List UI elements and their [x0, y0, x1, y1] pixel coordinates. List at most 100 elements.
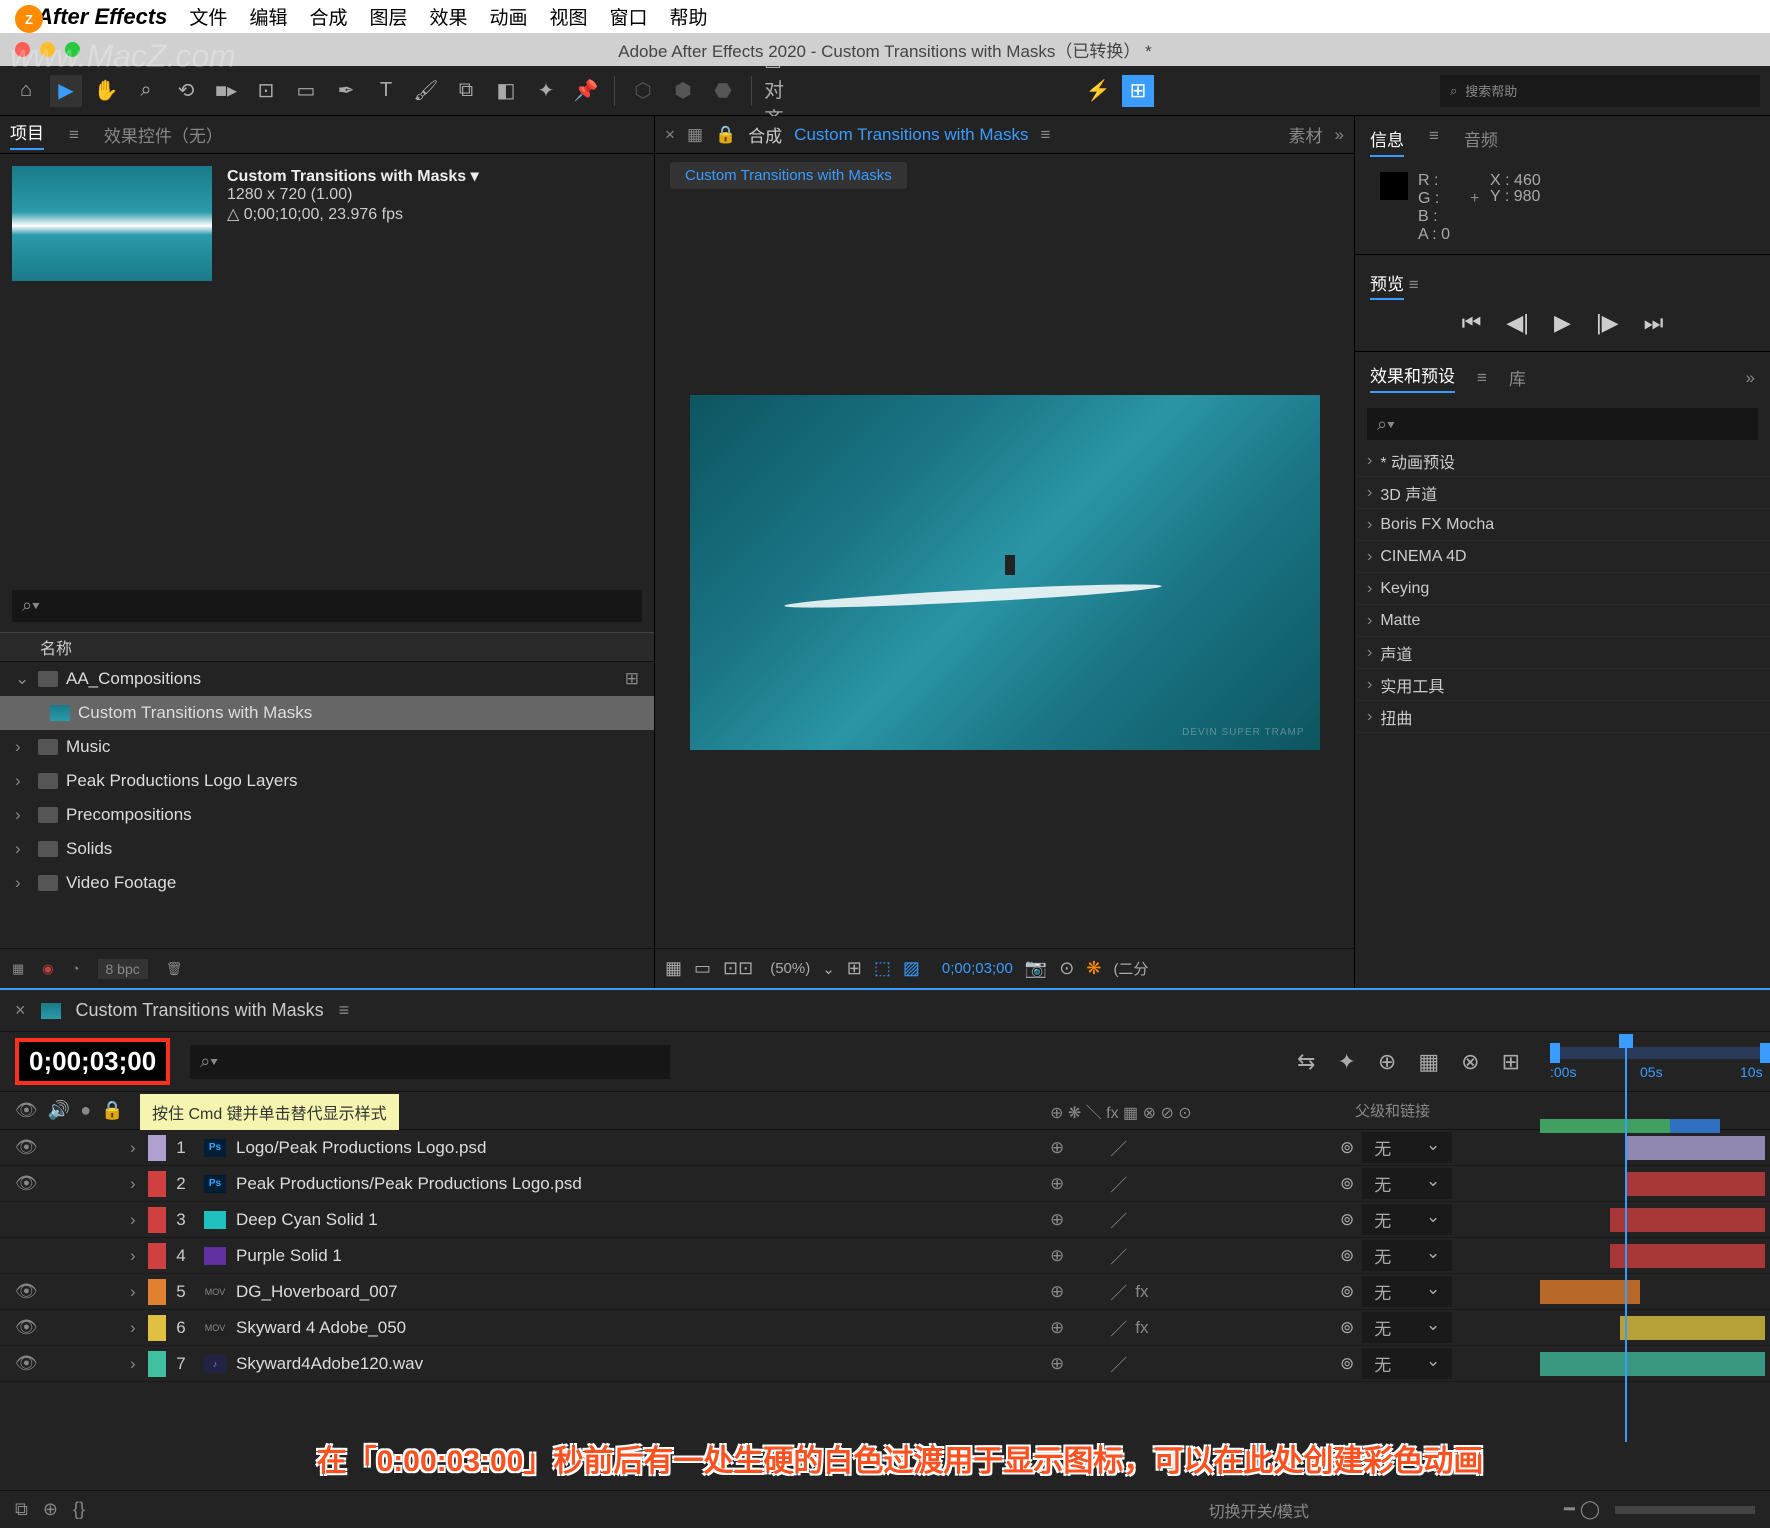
col-switches[interactable]: ⊕ ❋ ＼ fx ▦ ⊗ ⊘ ⊙ [1050, 1099, 1340, 1123]
tab-library[interactable]: 库 [1509, 365, 1526, 390]
shy-icon[interactable]: ⊕ [1378, 1049, 1396, 1075]
frame-blend-icon[interactable]: ▦ [1418, 1049, 1439, 1075]
app-name[interactable]: After Effects [37, 4, 167, 30]
zoom-out-icon[interactable]: ━ ◯ [1564, 1499, 1600, 1520]
menu-file[interactable]: 文件 [189, 3, 227, 30]
eye-icon[interactable]: 👁 [15, 1281, 38, 1302]
expand-layer-icon[interactable]: › [130, 1210, 148, 1230]
tab-info[interactable]: 信息 [1370, 126, 1404, 157]
expand-layer-icon[interactable]: › [130, 1282, 148, 1302]
effect-category[interactable]: ›* 动画预设 [1355, 445, 1770, 477]
close-window[interactable] [15, 42, 30, 57]
layer-name[interactable]: Logo/Peak Productions Logo.psd [236, 1138, 1050, 1158]
snap-icon[interactable]: ☐ 对齐 [764, 75, 796, 107]
puppet-tool[interactable]: 📌 [570, 75, 602, 107]
expand-layer-icon[interactable]: › [130, 1354, 148, 1374]
brush-tool[interactable]: 🖌 [410, 75, 442, 107]
bpc-button[interactable]: 8 bpc [98, 959, 148, 979]
first-frame-icon[interactable]: ⏮ [1462, 310, 1482, 336]
magic-icon[interactable]: ⚡ [1082, 75, 1114, 107]
expand-layer-icon[interactable]: › [130, 1246, 148, 1266]
parent-dropdown[interactable]: 无⌄ [1362, 1312, 1452, 1343]
footer-icon[interactable]: {} [73, 1499, 85, 1520]
col-parent[interactable]: 父级和链接 [1340, 1100, 1540, 1121]
trash-icon[interactable]: 🗑 [166, 961, 183, 977]
layer-switches[interactable]: ⊕／ [1050, 1171, 1340, 1196]
effect-category[interactable]: ›Keying [1355, 573, 1770, 605]
expand-icon[interactable]: » [1746, 368, 1755, 388]
eye-icon[interactable]: 👁 [15, 1317, 38, 1338]
hand-tool[interactable]: ✋ [90, 75, 122, 107]
pickwhip-icon[interactable]: ⊚ [1340, 1174, 1354, 1194]
folder-aa-compositions[interactable]: ⌄AA_Compositions⊞ [0, 662, 654, 696]
layer-name[interactable]: Peak Productions/Peak Productions Logo.p… [236, 1174, 1050, 1194]
layer-switches[interactable]: ⊕／fx [1050, 1279, 1340, 1304]
clone-tool[interactable]: ⧉ [450, 75, 482, 107]
comp-tab[interactable]: Custom Transitions with Masks [670, 162, 907, 189]
axis-view-icon[interactable]: ⬣ [707, 75, 739, 107]
layer-track[interactable] [1540, 1310, 1770, 1345]
flowchart-icon[interactable]: ⊞ [625, 669, 639, 689]
menu-window[interactable]: 窗口 [610, 3, 648, 30]
menu-view[interactable]: 视图 [550, 3, 588, 30]
layer-switches[interactable]: ⊕／ [1050, 1243, 1340, 1268]
layer-row[interactable]: ›3Deep Cyan Solid 1⊕／⊚无⌄ [0, 1202, 1770, 1238]
layer-switches[interactable]: ⊕／fx [1050, 1315, 1340, 1340]
layer-color[interactable] [148, 1171, 166, 1197]
eye-col-icon[interactable]: 👁 [15, 1100, 38, 1121]
effect-category[interactable]: ›声道 [1355, 637, 1770, 669]
menu-animation[interactable]: 动画 [490, 3, 528, 30]
time-ruler[interactable]: :00s 05s 10s [1550, 1042, 1770, 1082]
footer-icon[interactable]: ⧉ [15, 1499, 28, 1520]
eye-icon[interactable]: 👁 [15, 1353, 38, 1374]
folder-music[interactable]: ›Music [0, 730, 654, 764]
zoom-tool[interactable]: ⌕ [130, 75, 162, 107]
graph-editor-icon[interactable]: ⊞ [1502, 1049, 1520, 1075]
draft-3d-icon[interactable]: ✦ [1337, 1049, 1355, 1075]
menu-layer[interactable]: 图层 [369, 3, 407, 30]
roto-tool[interactable]: ✦ [530, 75, 562, 107]
effect-category[interactable]: ›3D 声道 [1355, 477, 1770, 509]
home-icon[interactable]: ⌂ [10, 75, 42, 107]
close-tab-icon[interactable]: × [15, 1000, 26, 1021]
layer-name[interactable]: DG_Hoverboard_007 [236, 1282, 1050, 1302]
speaker-col-icon[interactable]: 🔊 [48, 1100, 70, 1121]
tab-effect-controls[interactable]: 效果控件（无） [104, 122, 223, 147]
parent-dropdown[interactable]: 无⌄ [1362, 1132, 1452, 1163]
effect-category[interactable]: ›扭曲 [1355, 701, 1770, 733]
solo-col-icon[interactable]: ● [80, 1100, 91, 1121]
layer-color[interactable] [148, 1135, 166, 1161]
layer-track[interactable] [1540, 1346, 1770, 1381]
folder-video-footage[interactable]: ›Video Footage [0, 866, 654, 900]
parent-dropdown[interactable]: 无⌄ [1362, 1204, 1452, 1235]
layer-name[interactable]: Purple Solid 1 [236, 1246, 1050, 1266]
roi-icon[interactable]: ⬚ [874, 958, 891, 979]
layer-track[interactable] [1540, 1202, 1770, 1237]
eye-icon[interactable]: 👁 [15, 1173, 38, 1194]
current-time[interactable]: 0;00;03;00 [942, 960, 1013, 977]
pickwhip-icon[interactable]: ⊚ [1340, 1246, 1354, 1266]
comp-item-custom-transitions[interactable]: Custom Transitions with Masks [0, 696, 654, 730]
layer-row[interactable]: 👁›2PsPeak Productions/Peak Productions L… [0, 1166, 1770, 1202]
tab-effects[interactable]: 效果和预设 [1370, 362, 1455, 393]
pen-tool[interactable]: ✒ [330, 75, 362, 107]
parent-dropdown[interactable]: 无⌄ [1362, 1276, 1452, 1307]
layer-row[interactable]: 👁›5MOVDG_Hoverboard_007⊕／fx⊚无⌄ [0, 1274, 1770, 1310]
pickwhip-icon[interactable]: ⊚ [1340, 1282, 1354, 1302]
transparency-icon[interactable]: ▨ [903, 958, 920, 979]
settings-icon[interactable]: ◉ [42, 961, 53, 977]
folder-peak-productions[interactable]: ›Peak Productions Logo Layers [0, 764, 654, 798]
layer-name[interactable]: Skyward4Adobe120.wav [236, 1354, 1050, 1374]
menu-effect[interactable]: 效果 [429, 3, 467, 30]
show-snapshot-icon[interactable]: ⊙ [1059, 958, 1074, 979]
menu-composition[interactable]: 合成 [309, 3, 347, 30]
timeline-comp-name[interactable]: Custom Transitions with Masks [76, 1000, 324, 1021]
layer-track[interactable] [1540, 1130, 1770, 1165]
motion-blur-icon[interactable]: ⊗ [1461, 1049, 1479, 1075]
layer-track[interactable] [1540, 1238, 1770, 1273]
project-search-input[interactable]: ⌕▾ [12, 590, 642, 622]
expand-layer-icon[interactable]: › [130, 1174, 148, 1194]
last-frame-icon[interactable]: ⏭ [1644, 310, 1664, 336]
panel-menu-icon[interactable]: ≡ [339, 1000, 350, 1021]
composition-viewport[interactable]: DEVIN SUPER TRAMP [655, 197, 1354, 948]
